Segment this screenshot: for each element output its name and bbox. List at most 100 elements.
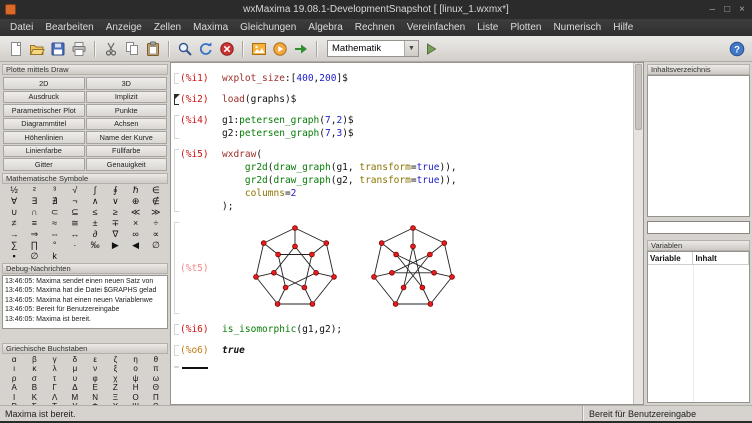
open-icon[interactable] [27, 39, 46, 58]
cell-bracket[interactable] [173, 148, 180, 213]
menu-maxima[interactable]: Maxima [187, 21, 234, 34]
symbol-button[interactable]: ↔ [65, 229, 85, 240]
symbol-button[interactable]: ≅ [65, 218, 85, 229]
symbol-button[interactable]: ⊕ [126, 196, 146, 207]
greek-letter-button[interactable]: Θ [146, 383, 166, 393]
draw-button-parametrischer-plot[interactable]: Parametrischer Plot [3, 104, 85, 117]
symbol-button[interactable]: ∇ [105, 229, 125, 240]
draw-button-linienfarbe[interactable]: Linienfarbe [3, 145, 85, 158]
symbol-button[interactable]: ≪ [126, 207, 146, 218]
greek-letter-button[interactable]: μ [65, 364, 85, 374]
symbol-button[interactable]: ≤ [85, 207, 105, 218]
greek-letter-button[interactable]: Ν [85, 393, 105, 403]
greek-letter-button[interactable]: γ [45, 355, 65, 365]
symbol-button[interactable]: ∅ [24, 251, 44, 262]
symbol-button[interactable]: ∮ [105, 185, 125, 196]
menu-gleichungen[interactable]: Gleichungen [234, 21, 302, 34]
greek-letter-button[interactable]: υ [65, 374, 85, 384]
symbol-button[interactable]: √ [65, 185, 85, 196]
draw-button-achsen[interactable]: Achsen [86, 118, 168, 131]
menu-liste[interactable]: Liste [471, 21, 504, 34]
symbol-button[interactable]: ∪ [4, 207, 24, 218]
greek-letter-button[interactable]: ω [146, 374, 166, 384]
menu-datei[interactable]: Datei [4, 21, 39, 34]
worksheet-cell[interactable]: (%i4)g1:petersen_graph(7,2)$g2:petersen_… [173, 114, 632, 140]
symbol-button[interactable]: ⇔ [45, 229, 65, 240]
greek-letter-button[interactable]: α [4, 355, 24, 365]
greek-letter-button[interactable]: σ [24, 374, 44, 384]
find-icon[interactable] [175, 39, 194, 58]
symbol-button[interactable]: ÷ [146, 218, 166, 229]
help-icon[interactable]: ? [727, 39, 746, 58]
symbol-button[interactable]: ∏ [24, 240, 44, 251]
draw-button-3d[interactable]: 3D [86, 77, 168, 90]
menu-anzeige[interactable]: Anzeige [100, 21, 148, 34]
minimize-button[interactable]: – [710, 4, 716, 15]
symbol-button[interactable]: ∞ [126, 229, 146, 240]
symbol-button[interactable]: ∃ [24, 196, 44, 207]
symbol-button[interactable]: ≫ [146, 207, 166, 218]
draw-button-name-der-kurve[interactable]: Name der Kurve [86, 131, 168, 144]
symbol-button[interactable]: → [4, 229, 24, 240]
symbol-button[interactable]: ≈ [45, 218, 65, 229]
cell-bracket[interactable] [173, 93, 180, 106]
plot-icon[interactable] [249, 39, 268, 58]
symbol-button[interactable]: ⇒ [24, 229, 44, 240]
symbol-button[interactable]: ▶ [105, 240, 125, 251]
symbol-button[interactable]: ≠ [4, 218, 24, 229]
greek-letter-button[interactable]: ξ [105, 364, 125, 374]
new-document-icon[interactable] [6, 39, 25, 58]
draw-button-diagrammtitel[interactable]: Diagrammtitel [3, 118, 85, 131]
menu-algebra[interactable]: Algebra [302, 21, 348, 34]
greek-letter-button[interactable]: Ο [126, 393, 146, 403]
worksheet[interactable]: (%i1)wxplot_size:[400,200]$(%i2)load(gra… [170, 62, 644, 405]
greek-letter-button[interactable]: Ι [4, 393, 24, 403]
greek-letter-button[interactable]: Ξ [105, 393, 125, 403]
menu-bearbeiten[interactable]: Bearbeiten [39, 21, 99, 34]
greek-letter-button[interactable]: Ε [85, 383, 105, 393]
greek-letter-button[interactable]: ψ [126, 374, 146, 384]
greek-letter-button[interactable]: ρ [4, 374, 24, 384]
menu-rechnen[interactable]: Rechnen [349, 21, 401, 34]
greek-letter-button[interactable]: λ [45, 364, 65, 374]
paste-icon[interactable] [143, 39, 162, 58]
draw-button-2d[interactable]: 2D [3, 77, 85, 90]
chevron-down-icon[interactable]: ▼ [404, 41, 418, 56]
symbol-button[interactable]: ∈ [146, 185, 166, 196]
symbol-button[interactable]: ∧ [85, 196, 105, 207]
greek-letter-button[interactable]: Η [126, 383, 146, 393]
greek-letter-button[interactable]: χ [105, 374, 125, 384]
symbol-button[interactable]: ∨ [105, 196, 125, 207]
toc-body[interactable] [647, 75, 750, 217]
refresh-icon[interactable] [196, 39, 215, 58]
symbol-button[interactable]: ◀ [126, 240, 146, 251]
symbol-button[interactable]: ° [45, 240, 65, 251]
animation-icon[interactable] [270, 39, 289, 58]
save-icon[interactable] [48, 39, 67, 58]
symbol-button[interactable]: ℏ [126, 185, 146, 196]
worksheet-scrollbar[interactable] [633, 63, 643, 404]
draw-button-punkte[interactable]: Punkte [86, 104, 168, 117]
greek-letter-button[interactable]: κ [24, 364, 44, 374]
symbol-button[interactable]: ⊂ [45, 207, 65, 218]
interrupt-icon[interactable] [217, 39, 236, 58]
symbol-button[interactable]: ∫ [85, 185, 105, 196]
insert-cursor[interactable] [182, 367, 208, 369]
worksheet-cell[interactable] [173, 365, 632, 369]
symbol-button[interactable]: ≡ [24, 218, 44, 229]
symbol-button[interactable]: ‰ [85, 240, 105, 251]
worksheet-cell[interactable]: (%o6)true [173, 344, 632, 357]
greek-letter-button[interactable]: β [24, 355, 44, 365]
symbol-button[interactable]: ⊆ [65, 207, 85, 218]
scrollbar-thumb[interactable] [635, 64, 642, 130]
symbol-button[interactable]: ± [85, 218, 105, 229]
variables-table-body[interactable] [648, 265, 749, 402]
symbol-button[interactable]: ∄ [45, 196, 65, 207]
symbol-button[interactable]: ∝ [146, 229, 166, 240]
greek-letter-button[interactable]: ζ [105, 355, 125, 365]
cell-bracket[interactable] [173, 114, 180, 140]
symbol-button[interactable]: ³ [45, 185, 65, 196]
symbol-button[interactable]: ∂ [85, 229, 105, 240]
cell-bracket[interactable] [173, 365, 180, 369]
greek-letter-button[interactable]: Κ [24, 393, 44, 403]
